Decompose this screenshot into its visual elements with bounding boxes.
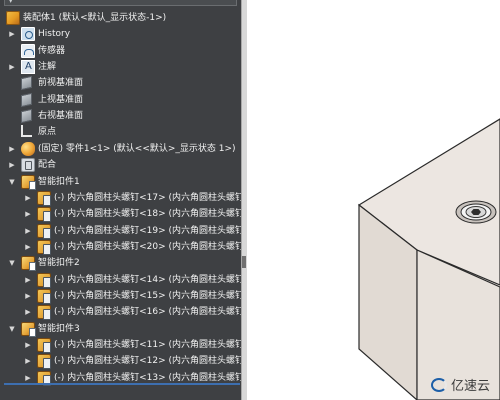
tree-row-label: (固定) 零件1<1> (默认<<默认>_显示状态 1>) — [38, 143, 236, 154]
expand-arrow-icon[interactable]: ▶ — [24, 288, 32, 304]
plane-icon — [21, 76, 32, 91]
tree-row-label: (-) 内六角圆柱头螺钉<16> (内六角圆柱头螺钉 — [54, 307, 241, 318]
bolt-icon — [37, 207, 51, 223]
tree-row-label: History — [38, 29, 71, 40]
bolt-icon — [37, 288, 51, 304]
tree-row[interactable]: ▶ 配合 — [0, 157, 241, 173]
tree-row[interactable]: ▼ 智能扣件2 — [0, 255, 241, 272]
splitter-grip[interactable] — [242, 256, 246, 268]
expand-arrow-icon[interactable]: ▶ — [8, 26, 16, 42]
expand-arrow-icon[interactable]: ▶ — [24, 223, 32, 239]
tree-row[interactable]: 右视基准面 — [0, 108, 241, 124]
tree-row[interactable]: 装配体1 (默认<默认_显示状态-1>) — [0, 10, 241, 26]
bolt-icon — [37, 272, 51, 288]
origin-icon — [21, 125, 32, 138]
smart-fastener-icon — [21, 256, 36, 272]
bolt-icon — [37, 338, 51, 353]
no-arrow — [8, 124, 16, 140]
bolt-icon — [37, 354, 51, 370]
tree-filter-bar[interactable]: ▼ — [4, 0, 237, 6]
tree-row-label: 配合 — [38, 160, 57, 171]
expand-arrow-icon[interactable]: ▶ — [24, 239, 32, 255]
feature-manager-tree: ▼ 装配体1 (默认<默认_显示状态-1>) ▶ History 传感器 ▶ 注解前视基准… — [0, 0, 241, 400]
mate-icon — [21, 158, 35, 173]
annotation-icon — [21, 60, 35, 75]
tree-row[interactable]: ▶ (-) 内六角圆柱头螺钉<14> (内六角圆柱头螺钉 — [0, 272, 241, 288]
collapse-arrow-icon[interactable]: ▼ — [8, 255, 16, 271]
tree-row[interactable]: ▶ (-) 内六角圆柱头螺钉<20> (内六角圆柱头螺钉 — [0, 239, 241, 255]
no-arrow — [8, 108, 16, 124]
tree-row-label: 前视基准面 — [38, 78, 84, 89]
tree-row-label: (-) 内六角圆柱头螺钉<20> (内六角圆柱头螺钉 — [54, 241, 241, 252]
smart-fastener-icon — [21, 174, 36, 190]
watermark-logo-icon — [430, 377, 447, 392]
tree-row-label: (-) 内六角圆柱头螺钉<18> (内六角圆柱头螺钉 — [54, 209, 241, 220]
tree-row-label: 智能扣件3 — [38, 323, 80, 334]
bolt-icon — [37, 305, 51, 321]
tree-row-label: 右视基准面 — [38, 111, 84, 122]
watermark-text: 亿速云 — [450, 379, 490, 394]
socket-head-screw-icon[interactable] — [455, 200, 497, 224]
graphics-area[interactable]: 亿速云 — [247, 0, 500, 400]
history-icon — [21, 27, 35, 42]
expand-arrow-icon[interactable]: ▶ — [24, 304, 32, 320]
tree-row[interactable]: ▶ (固定) 零件1<1> (默认<<默认>_显示状态 1>) — [0, 141, 241, 157]
tree-row[interactable]: ▶ 注解 — [0, 59, 241, 75]
bolt-icon — [37, 190, 51, 206]
tree-row[interactable]: 前视基准面 — [0, 75, 241, 91]
tree-row[interactable]: 原点 — [0, 124, 241, 140]
tree-row[interactable]: ▶ (-) 内六角圆柱头螺钉<15> (内六角圆柱头螺钉 — [0, 288, 241, 304]
part-3d-view[interactable] — [247, 0, 500, 400]
expand-arrow-icon[interactable]: ▶ — [24, 206, 32, 222]
assembly-icon — [6, 11, 20, 25]
plane-icon — [21, 92, 32, 107]
expand-arrow-icon[interactable]: ▶ — [24, 190, 32, 206]
expand-arrow-icon[interactable]: ▶ — [24, 337, 32, 353]
tree-row[interactable]: ▶ (-) 内六角圆柱头螺钉<16> (内六角圆柱头螺钉 — [0, 304, 241, 321]
smart-fastener-icon — [21, 321, 36, 337]
tree-row[interactable]: ▶ History — [0, 26, 241, 42]
tree-row-label: (-) 内六角圆柱头螺钉<15> (内六角圆柱头螺钉 — [54, 290, 241, 301]
expand-arrow-icon[interactable]: ▶ — [24, 272, 32, 288]
tree-row-label: 上视基准面 — [38, 94, 84, 105]
tree-row[interactable]: ▶ (-) 内六角圆柱头螺钉<19> (内六角圆柱头螺钉 — [0, 223, 241, 239]
watermark: 亿速云 — [430, 375, 490, 394]
tree-row[interactable]: ▼ 智能扣件1 — [0, 174, 241, 190]
tree-row-label: 传感器 — [38, 45, 66, 56]
tree-row[interactable]: 传感器 — [0, 43, 241, 59]
no-arrow — [8, 43, 16, 59]
tree-row-label: (-) 内六角圆柱头螺钉<11> (内六角圆柱头螺钉 — [54, 340, 241, 350]
tree-row[interactable]: ▼ 智能扣件3 — [0, 321, 241, 337]
sensor-icon — [21, 43, 35, 58]
tree-row-label: 原点 — [38, 127, 57, 138]
bolt-icon — [37, 239, 51, 255]
tree-row-label: (-) 内六角圆柱头螺钉<12> (内六角圆柱头螺钉 — [54, 356, 241, 367]
expand-arrow-icon[interactable]: ▶ — [24, 353, 32, 369]
expand-arrow-icon[interactable]: ▶ — [8, 59, 16, 75]
collapse-arrow-icon[interactable]: ▼ — [8, 321, 16, 337]
tree-row-label: 智能扣件1 — [38, 176, 80, 187]
tree-row-label: (-) 内六角圆柱头螺钉<14> (内六角圆柱头螺钉 — [54, 274, 241, 285]
bolt-icon — [37, 223, 51, 239]
tree-row[interactable]: ▶ (-) 内六角圆柱头螺钉<11> (内六角圆柱头螺钉 — [0, 337, 241, 353]
tree-row[interactable]: ▶ (-) 内六角圆柱头螺钉<17> (内六角圆柱头螺钉 — [0, 190, 241, 206]
part-icon — [21, 141, 35, 156]
no-arrow — [8, 92, 16, 108]
tree-row-label: 智能扣件2 — [38, 258, 80, 269]
no-arrow — [8, 75, 16, 91]
rollback-bar[interactable] — [4, 383, 240, 385]
expand-arrow-icon[interactable]: ▶ — [8, 157, 16, 173]
tree-row[interactable]: ▶ (-) 内六角圆柱头螺钉<18> (内六角圆柱头螺钉 — [0, 206, 241, 223]
collapse-arrow-icon[interactable]: ▼ — [8, 174, 16, 190]
tree-row-label: (-) 内六角圆柱头螺钉<19> (内六角圆柱头螺钉 — [54, 225, 241, 236]
tree-row-label: (-) 内六角圆柱头螺钉<17> (内六角圆柱头螺钉 — [54, 192, 241, 203]
filter-icon[interactable]: ▼ — [8, 0, 13, 4]
plane-icon — [21, 108, 32, 124]
tree-row-label: 装配体1 (默认<默认_显示状态-1>) — [23, 13, 167, 23]
tree-row-label: 注解 — [38, 62, 57, 73]
tree-row[interactable]: 上视基准面 — [0, 92, 241, 108]
tree-row[interactable]: ▶ (-) 内六角圆柱头螺钉<12> (内六角圆柱头螺钉 — [0, 353, 241, 370]
expand-arrow-icon[interactable]: ▶ — [8, 141, 16, 157]
